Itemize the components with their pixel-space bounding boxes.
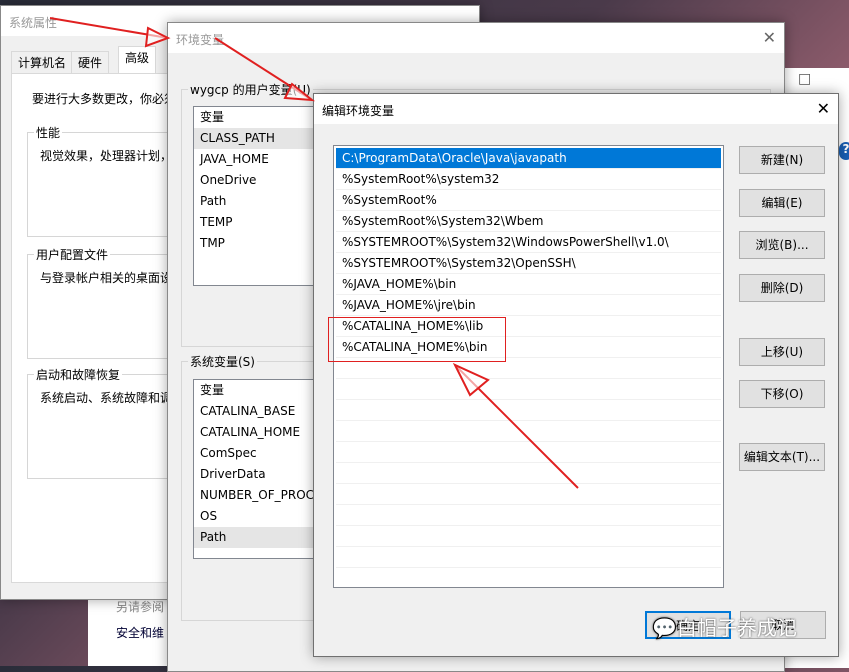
watermark: 💬白帽子养成记 bbox=[652, 616, 797, 640]
empty-row bbox=[336, 547, 721, 568]
see-also-label: 另请参阅 bbox=[116, 600, 165, 614]
wechat-icon: 💬 bbox=[652, 616, 677, 640]
move-up-button[interactable]: 上移(U) bbox=[739, 338, 825, 366]
title-bar: 编辑环境变量 ✕ bbox=[314, 94, 838, 124]
maximize-icon[interactable]: □ bbox=[798, 71, 811, 87]
window-title: 编辑环境变量 bbox=[322, 104, 395, 118]
empty-row bbox=[336, 442, 721, 463]
list-item[interactable]: %JAVA_HOME%\bin bbox=[336, 274, 721, 295]
browse-button[interactable]: 浏览(B)... bbox=[739, 231, 825, 259]
tab-computer-name[interactable]: 计算机名 bbox=[11, 51, 74, 74]
move-down-button[interactable]: 下移(O) bbox=[739, 380, 825, 408]
list-item[interactable]: %SystemRoot%\System32\Wbem bbox=[336, 211, 721, 232]
close-icon[interactable]: ✕ bbox=[763, 28, 776, 47]
edit-button[interactable]: 编辑(E) bbox=[739, 189, 825, 217]
tab-advanced[interactable]: 高级 bbox=[118, 46, 157, 74]
window-title: 系统属性 bbox=[9, 16, 58, 30]
empty-row bbox=[336, 526, 721, 547]
empty-row bbox=[336, 505, 721, 526]
list-item[interactable]: %JAVA_HOME%\jre\bin bbox=[336, 295, 721, 316]
edit-text-button[interactable]: 编辑文本(T)... bbox=[739, 443, 825, 471]
list-item[interactable]: %SYSTEMROOT%\System32\OpenSSH\ bbox=[336, 253, 721, 274]
background-window: 另请参阅 安全和维 bbox=[88, 590, 178, 666]
list-item[interactable]: %SYSTEMROOT%\System32\WindowsPowerShell\… bbox=[336, 232, 721, 253]
list-item[interactable]: %SystemRoot%\system32 bbox=[336, 169, 721, 190]
intro-text: 要进行大多数更改，你必须 bbox=[32, 92, 177, 106]
empty-row bbox=[336, 463, 721, 484]
delete-button[interactable]: 删除(D) bbox=[739, 274, 825, 302]
empty-row bbox=[336, 421, 721, 442]
empty-row bbox=[336, 400, 721, 421]
window-title: 环境变量 bbox=[176, 33, 225, 47]
highlight-box bbox=[328, 317, 506, 362]
empty-row bbox=[336, 379, 721, 400]
list-item[interactable]: C:\ProgramData\Oracle\Java\javapath bbox=[336, 148, 721, 169]
close-icon[interactable]: ✕ bbox=[817, 99, 830, 118]
tab-hardware[interactable]: 硬件 bbox=[71, 51, 110, 74]
edit-environment-variable-dialog: 编辑环境变量 ✕ C:\ProgramData\Oracle\Java\javap… bbox=[313, 93, 839, 657]
title-bar: 环境变量 ✕ bbox=[168, 23, 784, 53]
help-icon[interactable]: ? bbox=[839, 142, 849, 160]
security-link[interactable]: 安全和维 bbox=[116, 624, 164, 641]
path-entries-list[interactable]: C:\ProgramData\Oracle\Java\javapath %Syst… bbox=[333, 145, 724, 588]
list-item[interactable]: %SystemRoot% bbox=[336, 190, 721, 211]
new-button[interactable]: 新建(N) bbox=[739, 146, 825, 174]
empty-row bbox=[336, 484, 721, 505]
